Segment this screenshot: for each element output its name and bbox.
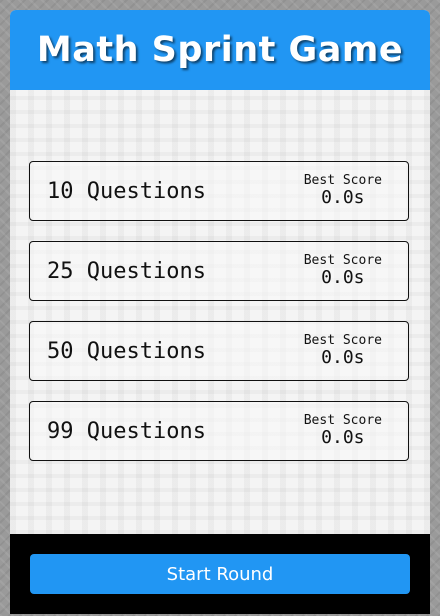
question-label: 10 Questions: [47, 178, 206, 204]
best-score: Best Score 0.0s: [304, 254, 382, 288]
best-score: Best Score 0.0s: [304, 174, 382, 208]
question-label: 99 Questions: [47, 418, 206, 444]
question-option-25[interactable]: 25 Questions Best Score 0.0s: [29, 241, 409, 301]
best-score-title: Best Score: [303, 173, 382, 188]
question-option-50[interactable]: 50 Questions Best Score 0.0s: [29, 321, 409, 381]
best-score: Best Score 0.0s: [304, 414, 382, 448]
question-option-99[interactable]: 99 Questions Best Score 0.0s: [29, 401, 409, 461]
best-score-value: 0.0s: [321, 427, 365, 448]
start-round-button[interactable]: Start Round: [30, 554, 410, 594]
question-list: 10 Questions Best Score 0.0s 25 Question…: [29, 161, 409, 481]
best-score-title: Best Score: [303, 413, 382, 428]
best-score-value: 0.0s: [321, 187, 365, 208]
header: Math Sprint Game: [10, 10, 430, 90]
best-score-value: 0.0s: [321, 267, 365, 288]
question-select-panel: 10 Questions Best Score 0.0s 25 Question…: [10, 90, 430, 534]
best-score-title: Best Score: [303, 333, 382, 348]
best-score: Best Score 0.0s: [304, 334, 382, 368]
question-label: 25 Questions: [47, 258, 206, 284]
game-card: Math Sprint Game 10 Questions Best Score…: [10, 10, 430, 614]
question-option-10[interactable]: 10 Questions Best Score 0.0s: [29, 161, 409, 221]
footer: Start Round: [10, 534, 430, 614]
best-score-title: Best Score: [303, 253, 382, 268]
best-score-value: 0.0s: [321, 347, 365, 368]
question-label: 50 Questions: [47, 338, 206, 364]
game-title: Math Sprint Game: [36, 30, 404, 70]
